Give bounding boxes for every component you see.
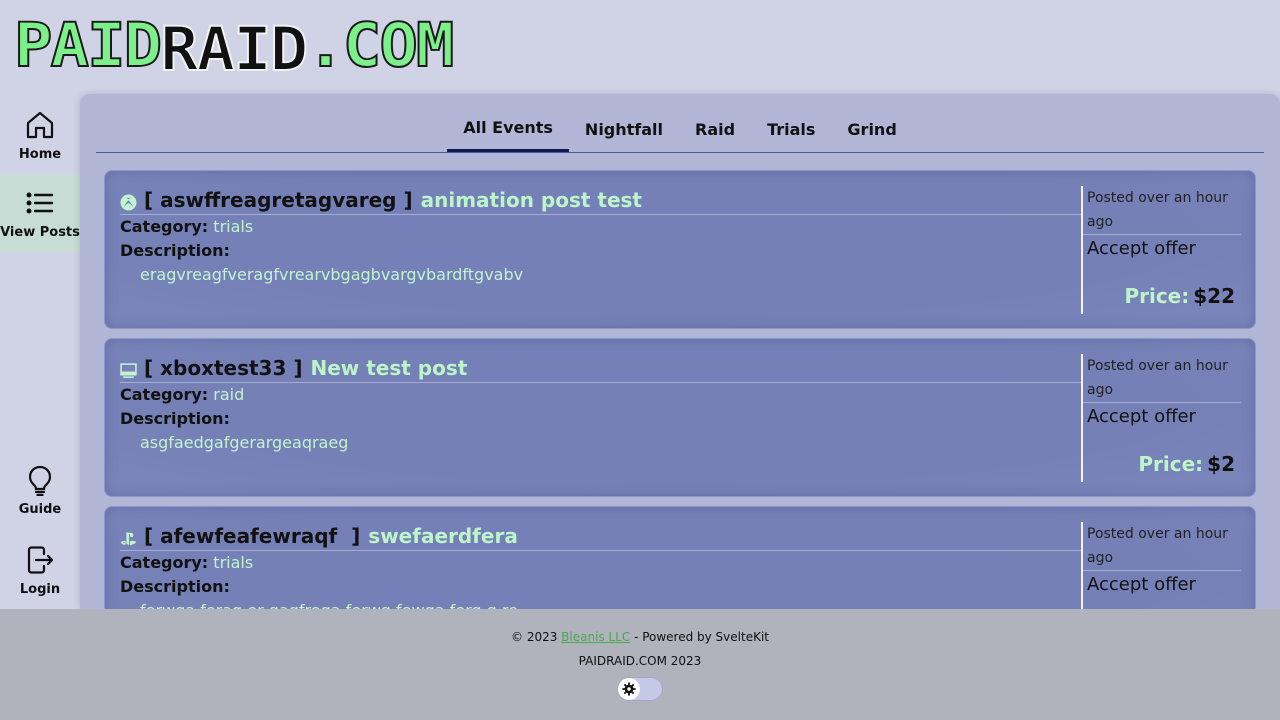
post-header: [ afewfeafewraqf ] swefaerdfera <box>120 521 1082 551</box>
header: PAID RAID .COM <box>0 0 1280 94</box>
sidebar-item-label: View Posts <box>0 224 80 240</box>
event-tabs: All Events Nightfall Raid Trials Grind <box>96 94 1264 153</box>
copyright-text: © 2023 <box>511 630 562 644</box>
post-details: [ xboxtest33 ] New test post Category: r… <box>120 353 1082 455</box>
description-text: eragvreagfveragfvrearvbgagbvargvbardftgv… <box>140 265 524 284</box>
sidebar-item-guide[interactable]: Guide <box>0 451 80 529</box>
post-username: [ afewfeafewraqf ] <box>144 523 361 548</box>
post-title: New test post <box>310 355 468 380</box>
company-link[interactable]: Bleanis LLC <box>561 630 630 644</box>
tab-raid[interactable]: Raid <box>679 94 751 152</box>
description-row: Description: <box>120 239 1082 263</box>
sidebar-item-label: Guide <box>18 501 62 517</box>
home-icon <box>26 111 54 138</box>
tab-all-events[interactable]: All Events <box>447 94 569 152</box>
category-row: Category: trials <box>120 551 1082 575</box>
price-label: Price: <box>1124 284 1190 308</box>
description-label: Description: <box>120 241 230 260</box>
post-header: [ aswffreagretagvareg ] animation post t… <box>120 185 1082 215</box>
category-row: Category: trials <box>120 215 1082 239</box>
accept-offer-button[interactable]: Accept offer <box>1083 571 1241 599</box>
description-text: ferwga feraq er gaqfrega ferwg fewga fer… <box>120 599 1082 609</box>
price-value: $22 <box>1193 284 1235 308</box>
post-title: swefaerdfera <box>368 523 518 548</box>
accept-offer-button[interactable]: Accept offer <box>1083 235 1241 263</box>
post-title: animation post test <box>420 187 642 212</box>
category-label: Category: <box>120 217 209 236</box>
footer-site-line: PAIDRAID.COM 2023 <box>578 654 702 668</box>
category-row: Category: raid <box>120 383 1082 407</box>
posted-time: Posted over an hour ago <box>1083 354 1241 403</box>
login-icon <box>27 545 54 574</box>
logo-part-paid: PAID <box>13 10 163 82</box>
category-label: Category: <box>120 385 209 404</box>
post-username: [ xboxtest33 ] <box>144 355 303 380</box>
logo-part-com: .COM <box>305 10 455 82</box>
sidebar-item-login[interactable]: Login <box>0 531 80 609</box>
sidebar: Home View Posts Guide Login <box>0 94 80 609</box>
footer-copyright: © 2023 Bleanis LLC - Powered by SvelteKi… <box>0 630 1280 644</box>
lightbulb-icon <box>28 465 52 496</box>
post-details: [ aswffreagretagvareg ] animation post t… <box>120 185 1082 287</box>
category-value: trials <box>213 553 254 572</box>
post-card[interactable]: [ afewfeafewraqf ] swefaerdfera Category… <box>104 506 1256 609</box>
category-value: raid <box>213 385 245 404</box>
sidebar-item-view-posts[interactable]: View Posts <box>0 174 80 252</box>
theme-toggle[interactable] <box>617 677 663 701</box>
post-header: [ xboxtest33 ] New test post <box>120 353 1082 383</box>
price-value: $2 <box>1207 452 1235 476</box>
post-offer-panel: Posted over an hour ago Accept offer Pri… <box>1081 354 1241 482</box>
playstation-icon <box>121 532 136 546</box>
post-card[interactable]: [ aswffreagretagvareg ] animation post t… <box>104 170 1256 329</box>
description-row: Description: <box>120 575 1082 599</box>
logo-part-raid: RAID <box>159 14 309 85</box>
main-panel: All Events Nightfall Raid Trials Grind [… <box>80 94 1280 609</box>
tab-trials[interactable]: Trials <box>751 94 831 152</box>
post-username: [ aswffreagretagvareg ] <box>144 187 413 212</box>
xbox-icon <box>120 194 137 211</box>
post-offer-panel: Posted over an hour ago Accept offer Pri… <box>1081 186 1241 314</box>
tab-nightfall[interactable]: Nightfall <box>569 94 679 152</box>
sidebar-item-home[interactable]: Home <box>0 96 80 174</box>
powered-by-text: - Powered by SvelteKit <box>630 630 769 644</box>
accept-offer-button[interactable]: Accept offer <box>1083 403 1241 431</box>
tab-grind[interactable]: Grind <box>831 94 912 152</box>
list-icon <box>26 191 54 214</box>
posted-time: Posted over an hour ago <box>1083 186 1241 235</box>
paidraid-logo[interactable]: PAID RAID .COM <box>13 10 455 85</box>
category-value: trials <box>213 217 254 236</box>
price: Price: $2 <box>1138 452 1235 476</box>
gear-icon <box>618 678 640 700</box>
price-label: Price: <box>1138 452 1204 476</box>
post-card[interactable]: [ xboxtest33 ] New test post Category: r… <box>104 338 1256 497</box>
price: Price: $22 <box>1124 284 1235 308</box>
sidebar-item-label: Login <box>19 581 61 597</box>
sidebar-item-label: Home <box>18 146 62 162</box>
pc-icon <box>120 363 137 378</box>
description-label: Description: <box>120 577 230 596</box>
posted-time: Posted over an hour ago <box>1083 522 1241 571</box>
category-label: Category: <box>120 553 209 572</box>
post-offer-panel: Posted over an hour ago Accept offer <box>1081 522 1241 609</box>
footer: © 2023 Bleanis LLC - Powered by SvelteKi… <box>0 609 1280 720</box>
description-label: Description: <box>120 409 230 428</box>
description-row: Description: <box>120 407 1082 431</box>
description-text: asgfaedgafgerargeaqraeg <box>140 433 349 452</box>
post-details: [ afewfeafewraqf ] swefaerdfera Category… <box>120 521 1082 609</box>
post-list: [ aswffreagretagvareg ] animation post t… <box>104 170 1256 609</box>
